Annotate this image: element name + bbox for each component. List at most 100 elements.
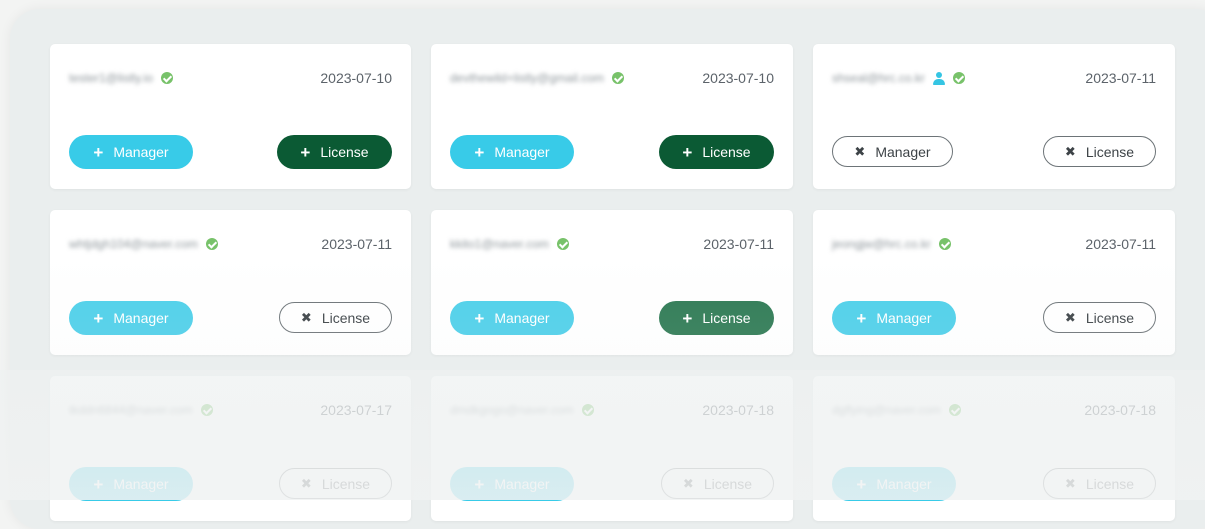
member-email: tester1@listly.io bbox=[69, 71, 153, 85]
member-card-grid: tester1@listly.io 2023-07-10 + Manager +… bbox=[50, 44, 1175, 521]
license-button-label: License bbox=[1085, 143, 1135, 160]
plus-icon: + bbox=[93, 142, 104, 162]
add-manager-button[interactable]: + Manager bbox=[832, 467, 956, 501]
manager-user-icon bbox=[932, 71, 945, 85]
member-join-date: 2023-07-11 bbox=[321, 236, 392, 252]
x-icon: ✖ bbox=[300, 310, 312, 325]
member-card: tester1@listly.io 2023-07-10 + Manager +… bbox=[50, 44, 411, 189]
remove-license-button[interactable]: ✖ License bbox=[279, 302, 392, 333]
member-card: shseal@hrc.co.kr 2023-07-11 ✖ Manager ✖ … bbox=[813, 44, 1175, 189]
add-manager-button[interactable]: + Manager bbox=[69, 135, 193, 169]
verified-check-icon bbox=[948, 404, 961, 416]
member-email: tkddn6844@naver.com bbox=[69, 403, 193, 417]
manager-button-label: Manager bbox=[113, 476, 169, 492]
member-join-date: 2023-07-11 bbox=[1085, 70, 1156, 86]
member-identity: dgflying@naver.com bbox=[832, 403, 961, 417]
member-email: shseal@hrc.co.kr bbox=[832, 71, 925, 85]
manager-button-label: Manager bbox=[494, 144, 550, 160]
add-manager-button[interactable]: + Manager bbox=[832, 301, 956, 335]
verified-check-icon bbox=[160, 72, 173, 84]
x-icon: ✖ bbox=[1064, 310, 1076, 325]
license-button-label: License bbox=[1085, 475, 1135, 492]
x-icon: ✖ bbox=[300, 476, 312, 491]
plus-icon: + bbox=[682, 142, 693, 162]
add-license-button[interactable]: + License bbox=[659, 135, 774, 169]
card-header: dgflying@naver.com 2023-07-18 bbox=[832, 400, 1156, 420]
member-email: jeongjw@hrc.co.kr bbox=[832, 237, 931, 251]
verified-check-icon bbox=[581, 404, 594, 416]
card-header: kkito1@naver.com 2023-07-11 bbox=[450, 234, 774, 254]
member-join-date: 2023-07-11 bbox=[703, 236, 774, 252]
member-email: kkito1@naver.com bbox=[450, 237, 549, 251]
license-button-label: License bbox=[320, 144, 369, 160]
license-button-label: License bbox=[321, 475, 371, 492]
x-icon: ✖ bbox=[1064, 144, 1076, 159]
plus-icon: + bbox=[474, 142, 485, 162]
member-email: dmdkgogo@naver.com bbox=[450, 403, 574, 417]
license-button-label: License bbox=[321, 309, 371, 326]
member-identity: kkito1@naver.com bbox=[450, 237, 569, 251]
card-header: tkddn6844@naver.com 2023-07-17 bbox=[69, 400, 392, 420]
card-header: shseal@hrc.co.kr 2023-07-11 bbox=[832, 68, 1156, 88]
member-join-date: 2023-07-18 bbox=[702, 402, 774, 418]
add-manager-button[interactable]: + Manager bbox=[69, 467, 193, 501]
x-icon: ✖ bbox=[1064, 476, 1076, 491]
manager-button-label: Manager bbox=[876, 476, 932, 492]
card-header: whtjdgh104@naver.com 2023-07-11 bbox=[69, 234, 392, 254]
plus-icon: + bbox=[474, 308, 485, 328]
member-join-date: 2023-07-10 bbox=[702, 70, 774, 86]
remove-manager-button[interactable]: ✖ Manager bbox=[832, 136, 953, 167]
add-manager-button[interactable]: + Manager bbox=[450, 135, 574, 169]
member-card: jeongjw@hrc.co.kr 2023-07-11 + Manager ✖… bbox=[813, 210, 1175, 355]
manager-button-label: Manager bbox=[875, 143, 931, 160]
member-card: kkito1@naver.com 2023-07-11 + Manager + … bbox=[431, 210, 793, 355]
remove-license-button[interactable]: ✖ License bbox=[661, 468, 774, 499]
remove-license-button[interactable]: ✖ License bbox=[1043, 136, 1156, 167]
member-identity: tkddn6844@naver.com bbox=[69, 403, 213, 417]
member-identity: devthewild+listly@gmail.com bbox=[450, 71, 624, 85]
manager-button-label: Manager bbox=[113, 310, 169, 326]
x-icon: ✖ bbox=[854, 144, 866, 159]
member-identity: tester1@listly.io bbox=[69, 71, 173, 85]
plus-icon: + bbox=[93, 308, 104, 328]
remove-license-button[interactable]: ✖ License bbox=[279, 468, 392, 499]
license-button-label: License bbox=[702, 310, 751, 326]
member-join-date: 2023-07-10 bbox=[320, 70, 392, 86]
member-join-date: 2023-07-11 bbox=[1085, 236, 1156, 252]
remove-license-button[interactable]: ✖ License bbox=[1043, 302, 1156, 333]
member-email: whtjdgh104@naver.com bbox=[69, 237, 198, 251]
member-card: tkddn6844@naver.com 2023-07-17 + Manager… bbox=[50, 376, 411, 521]
verified-check-icon bbox=[952, 72, 965, 84]
add-license-button[interactable]: + License bbox=[659, 301, 774, 335]
plus-icon: + bbox=[856, 474, 867, 494]
member-join-date: 2023-07-17 bbox=[320, 402, 392, 418]
member-card: dmdkgogo@naver.com 2023-07-18 + Manager … bbox=[431, 376, 793, 521]
add-manager-button[interactable]: + Manager bbox=[450, 301, 574, 335]
add-license-button[interactable]: + License bbox=[277, 135, 392, 169]
member-identity: dmdkgogo@naver.com bbox=[450, 403, 594, 417]
manager-button-label: Manager bbox=[113, 144, 169, 160]
plus-icon: + bbox=[682, 308, 693, 328]
remove-license-button[interactable]: ✖ License bbox=[1043, 468, 1156, 499]
card-header: jeongjw@hrc.co.kr 2023-07-11 bbox=[832, 234, 1156, 254]
manager-button-label: Manager bbox=[494, 476, 550, 492]
license-button-label: License bbox=[702, 144, 751, 160]
manager-button-label: Manager bbox=[494, 310, 550, 326]
member-card: devthewild+listly@gmail.com 2023-07-10 +… bbox=[431, 44, 793, 189]
member-join-date: 2023-07-18 bbox=[1084, 402, 1156, 418]
member-identity: jeongjw@hrc.co.kr bbox=[832, 237, 951, 251]
x-icon: ✖ bbox=[682, 476, 694, 491]
member-card: dgflying@naver.com 2023-07-18 + Manager … bbox=[813, 376, 1175, 521]
verified-check-icon bbox=[611, 72, 624, 84]
add-manager-button[interactable]: + Manager bbox=[69, 301, 193, 335]
verified-check-icon bbox=[938, 238, 951, 250]
card-header: dmdkgogo@naver.com 2023-07-18 bbox=[450, 400, 774, 420]
member-email: dgflying@naver.com bbox=[832, 403, 941, 417]
member-identity: shseal@hrc.co.kr bbox=[832, 71, 965, 85]
plus-icon: + bbox=[300, 142, 311, 162]
add-manager-button[interactable]: + Manager bbox=[450, 467, 574, 501]
card-header: devthewild+listly@gmail.com 2023-07-10 bbox=[450, 68, 774, 88]
plus-icon: + bbox=[474, 474, 485, 494]
plus-icon: + bbox=[93, 474, 104, 494]
license-button-label: License bbox=[1085, 309, 1135, 326]
